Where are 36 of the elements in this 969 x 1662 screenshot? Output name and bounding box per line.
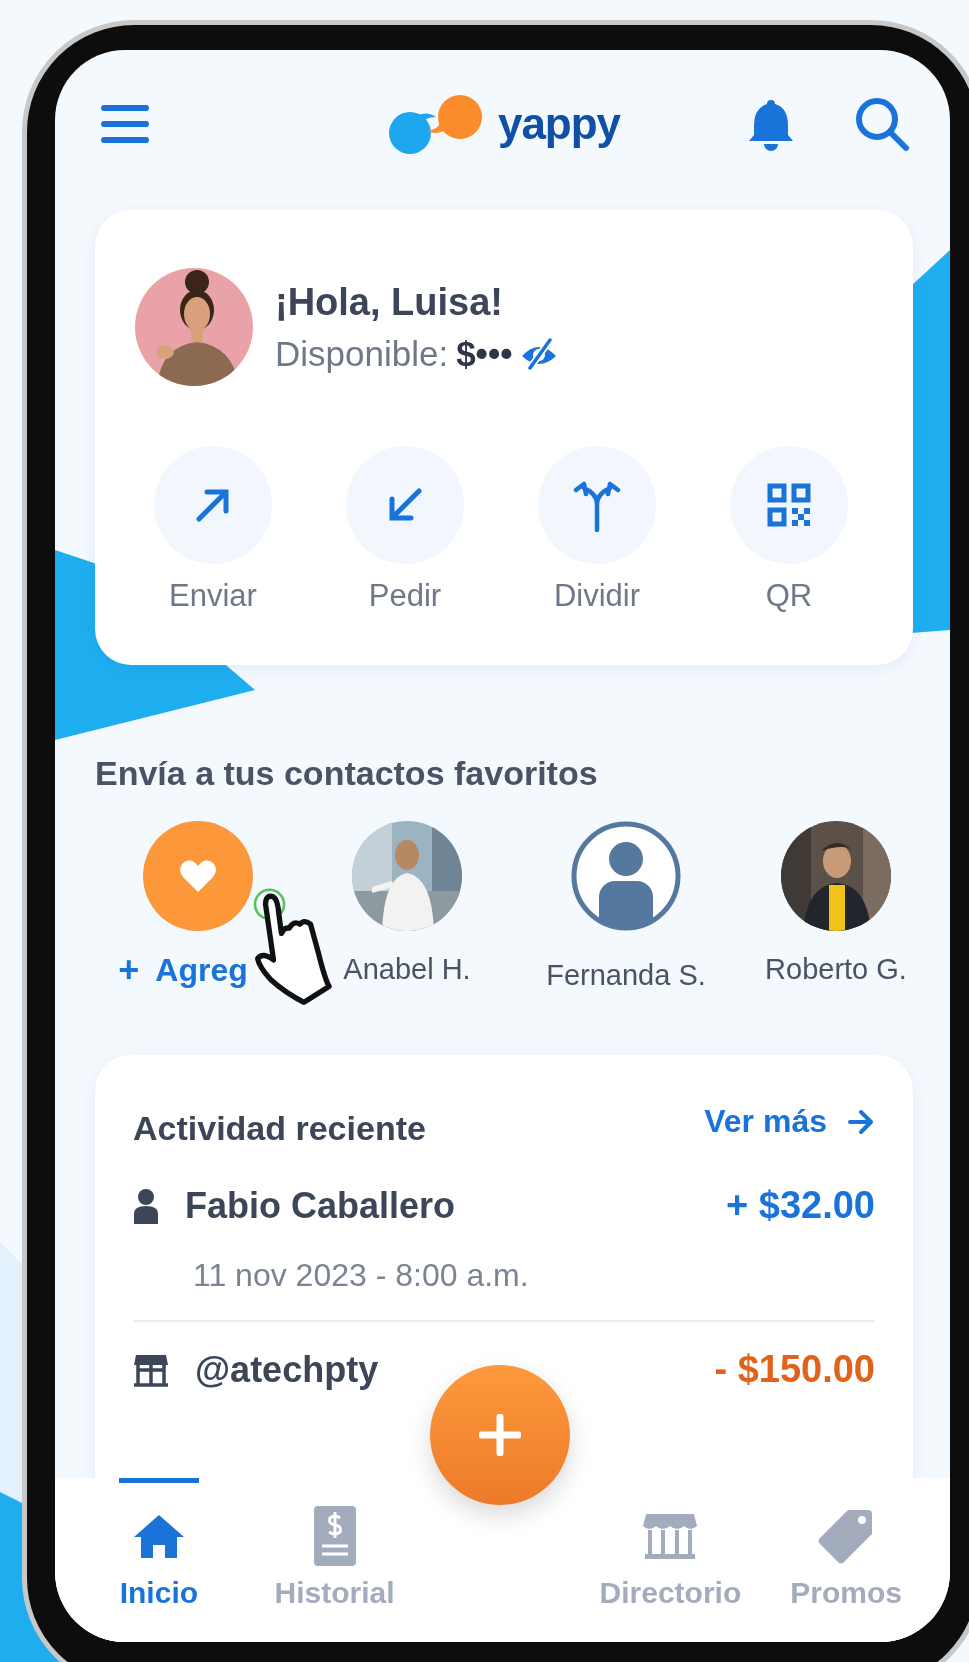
nav-tab[interactable]: Inicio — [71, 1478, 247, 1642]
balance-value: $••• — [456, 333, 513, 374]
transaction-amount: - $150.00 — [714, 1348, 875, 1391]
transaction-name: @atechpty — [195, 1348, 380, 1391]
action-button[interactable]: Pedir — [309, 446, 501, 614]
action-button[interactable]: Dividir — [501, 446, 693, 614]
nav-tab[interactable]: Directorio — [582, 1478, 759, 1642]
see-more-link[interactable]: Ver más — [704, 1103, 875, 1140]
receipt-icon — [313, 1506, 356, 1566]
menu-icon[interactable] — [100, 103, 150, 145]
nav-tab[interactable]: Promos — [758, 1478, 934, 1642]
search-icon[interactable] — [854, 96, 910, 152]
action-button[interactable]: QR — [693, 446, 885, 614]
action-button[interactable]: Enviar — [117, 446, 309, 614]
section-title: Envía a tus contactos favoritos — [95, 753, 599, 793]
transaction-name: Fabio Caballero — [185, 1184, 457, 1227]
nav-tab[interactable]: Historial — [246, 1478, 423, 1642]
qr-code-icon — [767, 483, 811, 527]
plus-icon — [479, 1414, 521, 1456]
contact-name[interactable]: Roberto G. — [765, 953, 907, 986]
plus-sign: + — [118, 949, 140, 991]
person-icon — [133, 1187, 159, 1224]
arrow-right-icon — [847, 1108, 875, 1135]
heart-icon — [179, 859, 217, 893]
store-icon — [133, 1352, 169, 1387]
transaction-amount: + $32.00 — [726, 1184, 875, 1227]
greeting: ¡Hola, Luisa! — [275, 280, 505, 324]
contact-name[interactable]: Anabel H. — [343, 953, 471, 986]
section-title: Actividad reciente — [133, 1109, 426, 1148]
balance-label: Disponible: — [275, 333, 449, 374]
transaction-date: 11 nov 2023 - 8:00 a.m. — [193, 1257, 530, 1294]
bell-icon[interactable] — [748, 97, 794, 151]
person-placeholder-icon — [571, 821, 681, 931]
logo-text: yappy — [497, 99, 621, 149]
add-link[interactable]: Agreg — [155, 951, 248, 989]
contact-name[interactable]: Fernanda S. — [546, 959, 706, 992]
